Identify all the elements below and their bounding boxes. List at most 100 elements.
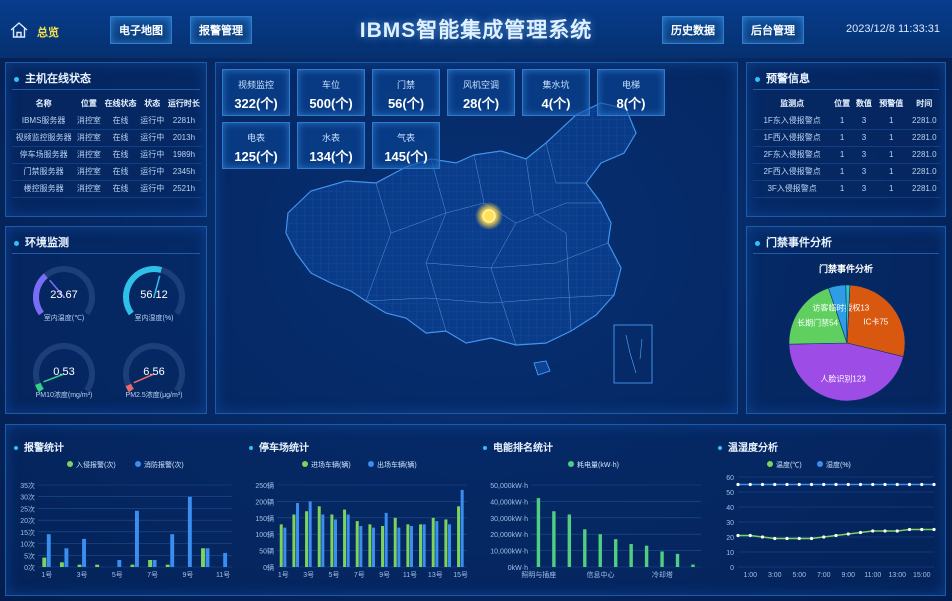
bar[interactable] bbox=[460, 489, 464, 567]
bar[interactable] bbox=[598, 534, 602, 567]
bar[interactable] bbox=[296, 503, 299, 567]
data-point[interactable] bbox=[748, 533, 752, 538]
bar[interactable] bbox=[406, 524, 410, 567]
bar[interactable] bbox=[372, 527, 375, 567]
data-point[interactable] bbox=[883, 482, 887, 487]
stat-card[interactable]: 水表 134(个) bbox=[297, 122, 365, 169]
bar[interactable] bbox=[431, 517, 435, 567]
data-point[interactable] bbox=[858, 482, 863, 487]
parking-bar-chart[interactable]: 进场车辆(辆) 出场车辆(辆) 0辆 50辆 100辆 150辆 200辆 250辆 1号 3号 5… bbox=[243, 455, 475, 595]
bar[interactable] bbox=[644, 545, 649, 567]
bar[interactable] bbox=[135, 510, 139, 567]
bar[interactable] bbox=[691, 564, 695, 567]
data-point[interactable] bbox=[809, 482, 814, 487]
data-point[interactable] bbox=[797, 482, 801, 487]
data-point[interactable] bbox=[895, 529, 899, 533]
nav-admin-button[interactable]: 后台管理 bbox=[742, 16, 804, 44]
bar[interactable] bbox=[567, 514, 572, 567]
stat-card[interactable]: 车位 500(个) bbox=[297, 69, 365, 116]
table-row[interactable]: 2F西入侵报警点 1 3 1 2281.0 bbox=[753, 163, 941, 181]
bar[interactable] bbox=[308, 501, 312, 567]
data-point[interactable] bbox=[920, 527, 924, 532]
stat-card[interactable]: 气表 145(个) bbox=[372, 122, 440, 169]
data-point[interactable] bbox=[883, 529, 887, 533]
bar[interactable] bbox=[435, 521, 439, 567]
bar[interactable] bbox=[283, 527, 287, 567]
data-point[interactable] bbox=[760, 482, 765, 487]
stat-card[interactable]: 电梯 8(个) bbox=[597, 69, 665, 116]
bar[interactable] bbox=[393, 517, 397, 567]
bar[interactable] bbox=[614, 539, 618, 567]
table-row[interactable]: 视频监控服务器 消控室 在线 运行中 2013h bbox=[12, 129, 202, 147]
data-point[interactable] bbox=[834, 533, 838, 538]
bar[interactable] bbox=[292, 514, 296, 567]
bar[interactable] bbox=[95, 564, 100, 567]
table-row[interactable]: 1F西入侵报警点 1 3 1 2281.0 bbox=[753, 129, 941, 147]
bar[interactable] bbox=[334, 519, 337, 567]
bar[interactable] bbox=[675, 553, 680, 567]
bar[interactable] bbox=[148, 559, 153, 567]
data-point[interactable] bbox=[871, 529, 875, 533]
data-point[interactable] bbox=[785, 536, 789, 541]
bar[interactable] bbox=[201, 548, 205, 567]
data-point[interactable] bbox=[760, 535, 765, 539]
bar[interactable] bbox=[77, 564, 82, 567]
bar[interactable] bbox=[536, 498, 541, 567]
table-row[interactable]: 2F东入侵报警点 1 3 1 2281.0 bbox=[753, 146, 941, 164]
bar[interactable] bbox=[397, 527, 401, 567]
bar[interactable] bbox=[152, 559, 157, 567]
bar[interactable] bbox=[317, 506, 321, 567]
bar[interactable] bbox=[130, 564, 135, 567]
bar[interactable] bbox=[583, 529, 587, 567]
temp-humidity-line-chart[interactable]: 温度(℃) 湿度(%) 0 10 20 30 40 50 60 1:00 3:00 5:00 7:00 9… bbox=[712, 455, 944, 595]
bar[interactable] bbox=[448, 524, 451, 567]
data-point[interactable] bbox=[846, 482, 850, 487]
table-row[interactable]: 楼控服务器 消控室 在线 运行中 2521h bbox=[12, 180, 202, 198]
bar[interactable] bbox=[422, 524, 426, 567]
data-point[interactable] bbox=[748, 482, 752, 487]
data-point[interactable] bbox=[736, 482, 740, 487]
bar[interactable] bbox=[64, 548, 69, 567]
data-point[interactable] bbox=[822, 535, 826, 539]
data-point[interactable] bbox=[932, 482, 936, 487]
data-point[interactable] bbox=[846, 532, 850, 536]
bar[interactable] bbox=[223, 552, 228, 567]
bar[interactable] bbox=[355, 521, 359, 567]
stat-card[interactable]: 视频监控 322(个) bbox=[222, 69, 290, 116]
stat-card[interactable]: 风机空调 28(个) bbox=[447, 69, 515, 116]
table-row[interactable]: IBMS服务器 消控室 在线 运行中 2281h bbox=[12, 112, 202, 130]
bar[interactable] bbox=[205, 548, 210, 567]
stat-card[interactable]: 集水坑 4(个) bbox=[522, 69, 590, 116]
data-point[interactable] bbox=[797, 536, 801, 541]
table-row[interactable]: 1F东入侵报警点 1 3 1 2281.0 bbox=[753, 112, 941, 130]
bar[interactable] bbox=[660, 551, 664, 567]
data-point[interactable] bbox=[895, 482, 899, 487]
access-pie-chart[interactable]: IC卡75 人脸识别123 长期门禁54 访客临时授权13 bbox=[747, 275, 945, 405]
bar[interactable] bbox=[444, 519, 448, 567]
bar[interactable] bbox=[384, 512, 388, 567]
table-row[interactable]: 3F入侵报警点 1 3 1 2281.0 bbox=[753, 180, 941, 198]
data-point[interactable] bbox=[907, 482, 912, 487]
data-point[interactable] bbox=[773, 536, 777, 541]
alarm-bar-chart[interactable]: 入侵报警(次) 消防报警(次) 0次 5次 10次 15次 20次 25次 30次 35次 1号 3号… bbox=[8, 455, 240, 595]
data-point[interactable] bbox=[932, 527, 936, 532]
data-point[interactable] bbox=[871, 482, 875, 487]
bar[interactable] bbox=[629, 544, 633, 567]
bar[interactable] bbox=[346, 514, 350, 567]
bar[interactable] bbox=[170, 534, 175, 567]
bar[interactable] bbox=[343, 509, 347, 567]
bar[interactable] bbox=[117, 559, 122, 567]
table-row[interactable]: 门禁服务器 消控室 在线 运行中 2345h bbox=[12, 163, 202, 181]
energy-bar-chart[interactable]: 耗电量(kW·h) 0kW·h 10,000kW·h 20,000kW·h 30,000… bbox=[477, 455, 709, 595]
bar[interactable] bbox=[419, 524, 423, 567]
data-point[interactable] bbox=[834, 482, 838, 487]
bar[interactable] bbox=[359, 526, 363, 567]
data-point[interactable] bbox=[907, 527, 912, 532]
data-point[interactable] bbox=[773, 482, 777, 487]
data-point[interactable] bbox=[920, 482, 924, 487]
table-row[interactable]: 停车场服务器 消控室 在线 运行中 1989h bbox=[12, 146, 202, 164]
data-point[interactable] bbox=[809, 536, 814, 541]
bar[interactable] bbox=[330, 514, 334, 567]
bar[interactable] bbox=[368, 524, 372, 567]
bar[interactable] bbox=[305, 511, 309, 567]
